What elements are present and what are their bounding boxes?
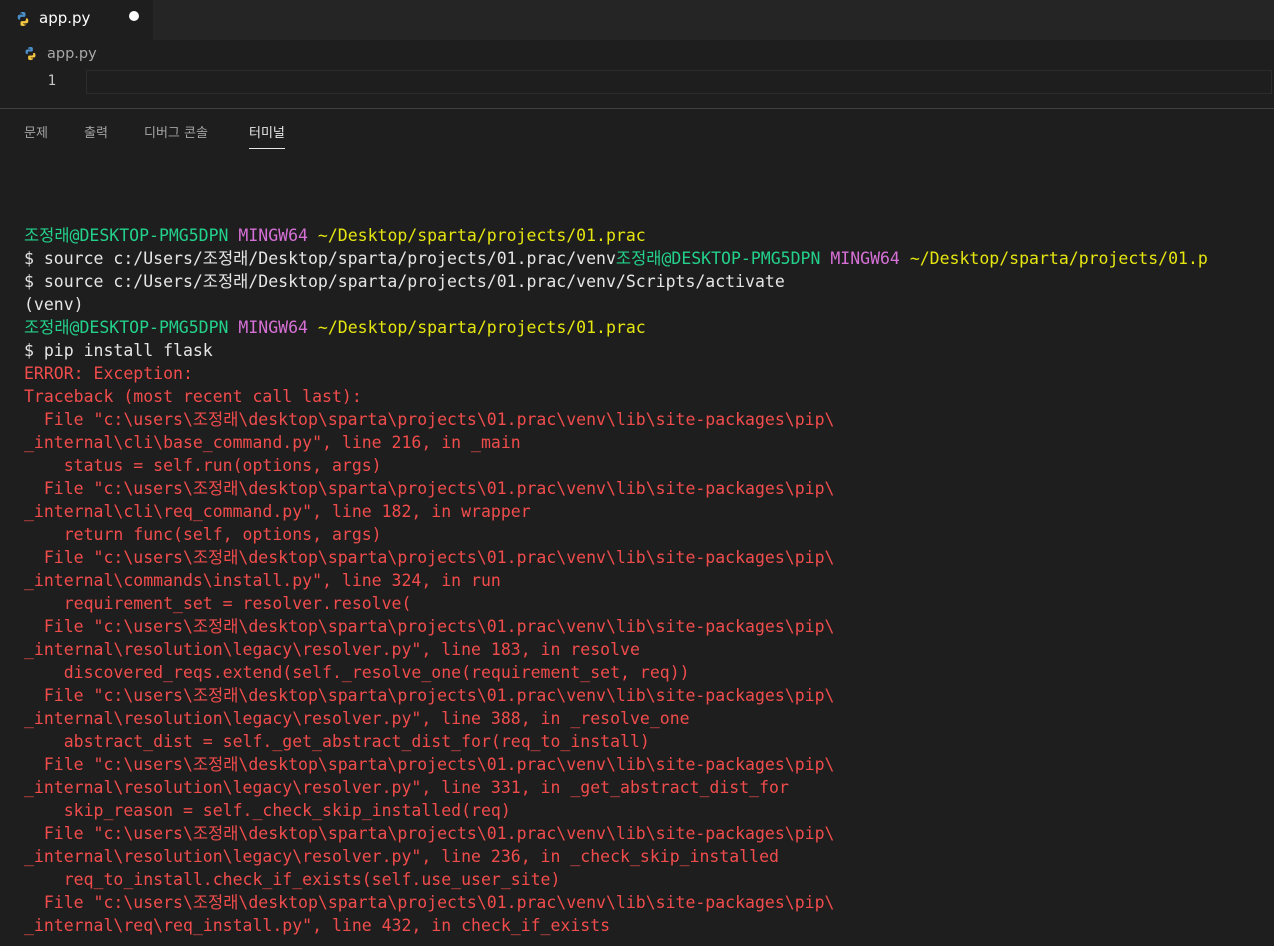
terminal-text: 조정래@DESKTOP-PMG5DPN bbox=[24, 226, 229, 245]
unsaved-dot-icon[interactable] bbox=[129, 11, 139, 21]
terminal-line: File "c:\users\조정래\desktop\sparta\projec… bbox=[24, 753, 1274, 776]
editor-tab-bar: app.py bbox=[0, 0, 1274, 40]
terminal-line: skip_reason = self._check_skip_installed… bbox=[24, 799, 1274, 822]
terminal-text: (venv) bbox=[24, 295, 84, 314]
terminal-text: _internal\cli\base_command.py", line 216… bbox=[24, 433, 521, 452]
terminal-text: $ source c:/Users/조정래/Desktop/sparta/pro… bbox=[24, 249, 616, 268]
terminal-text: skip_reason = self._check_skip_installed… bbox=[24, 801, 511, 820]
terminal-line: _internal\resolution\legacy\resolver.py"… bbox=[24, 776, 1274, 799]
python-icon bbox=[25, 46, 36, 61]
breadcrumb-file[interactable]: app.py bbox=[47, 46, 97, 62]
terminal-line: $ source c:/Users/조정래/Desktop/sparta/pro… bbox=[24, 270, 1274, 293]
terminal-text: File "c:\users\조정래\desktop\sparta\projec… bbox=[24, 617, 835, 636]
terminal-line: (venv) bbox=[24, 293, 1274, 316]
terminal-text: _internal\req\req_install.py", line 432,… bbox=[24, 916, 611, 935]
terminal-text: _internal\resolution\legacy\resolver.py"… bbox=[24, 640, 640, 659]
terminal-text: req_to_install.check_if_exists(self.use_… bbox=[24, 870, 561, 889]
terminal-text: status = self.run(options, args) bbox=[24, 456, 382, 475]
terminal-line: _internal\commands\install.py", line 324… bbox=[24, 569, 1274, 592]
line-number: 1 bbox=[47, 73, 56, 89]
terminal-line: File "c:\users\조정래\desktop\sparta\projec… bbox=[24, 408, 1274, 431]
terminal-text: _internal\resolution\legacy\resolver.py"… bbox=[24, 778, 789, 797]
terminal-line: _internal\resolution\legacy\resolver.py"… bbox=[24, 707, 1274, 730]
terminal-text: File "c:\users\조정래\desktop\sparta\projec… bbox=[24, 824, 835, 843]
terminal-line: $ source c:/Users/조정래/Desktop/sparta/pro… bbox=[24, 247, 1274, 270]
terminal-line: requirement_set = resolver.resolve( bbox=[24, 592, 1274, 615]
terminal-text: _internal\cli\req_command.py", line 182,… bbox=[24, 502, 531, 521]
terminal-line: return func(self, options, args) bbox=[24, 523, 1274, 546]
terminal-line: $ pip install flask bbox=[24, 339, 1274, 362]
terminal-text: _internal\resolution\legacy\resolver.py"… bbox=[24, 709, 690, 728]
terminal-text: ERROR: Exception: bbox=[24, 364, 193, 383]
terminal-text: _internal\resolution\legacy\resolver.py"… bbox=[24, 847, 779, 866]
terminal-line: File "c:\users\조정래\desktop\sparta\projec… bbox=[24, 477, 1274, 500]
terminal-line: _internal\cli\base_command.py", line 216… bbox=[24, 431, 1274, 454]
terminal-text: File "c:\users\조정래\desktop\sparta\projec… bbox=[24, 410, 835, 429]
terminal-line: 조정래@DESKTOP-PMG5DPN MINGW64 ~/Desktop/sp… bbox=[24, 224, 1274, 247]
terminal-line: ERROR: Exception: bbox=[24, 362, 1274, 385]
terminal-text: Traceback (most recent call last): bbox=[24, 387, 362, 406]
terminal-text: requirement_set = resolver.resolve( bbox=[24, 594, 412, 613]
terminal-text: File "c:\users\조정래\desktop\sparta\projec… bbox=[24, 548, 835, 567]
tab-problems[interactable]: 문제 bbox=[24, 122, 48, 141]
terminal-line: abstract_dist = self._get_abstract_dist_… bbox=[24, 730, 1274, 753]
python-icon bbox=[17, 12, 29, 26]
terminal-text: File "c:\users\조정래\desktop\sparta\projec… bbox=[24, 755, 835, 774]
terminal-line: File "c:\users\조정래\desktop\sparta\projec… bbox=[24, 546, 1274, 569]
terminal-text: File "c:\users\조정래\desktop\sparta\projec… bbox=[24, 686, 835, 705]
terminal-text: File "c:\users\조정래\desktop\sparta\projec… bbox=[24, 893, 835, 912]
tab-terminal[interactable]: 터미널 bbox=[249, 122, 285, 149]
terminal-line: File "c:\users\조정래\desktop\sparta\projec… bbox=[24, 684, 1274, 707]
terminal-text: return func(self, options, args) bbox=[24, 525, 382, 544]
terminal-line: status = self.run(options, args) bbox=[24, 454, 1274, 477]
terminal-line: _internal\resolution\legacy\resolver.py"… bbox=[24, 845, 1274, 868]
breadcrumb: app.py bbox=[0, 40, 1274, 68]
terminal-text: MINGW64 bbox=[830, 249, 900, 268]
terminal-text: MINGW64 bbox=[238, 226, 308, 245]
terminal-line: _internal\cli\req_command.py", line 182,… bbox=[24, 500, 1274, 523]
terminal-text: ~/Desktop/sparta/projects/01.p bbox=[909, 249, 1208, 268]
tab-output[interactable]: 출력 bbox=[84, 122, 108, 141]
terminal-line: File "c:\users\조정래\desktop\sparta\projec… bbox=[24, 891, 1274, 914]
terminal-line: _internal\resolution\legacy\resolver.py"… bbox=[24, 638, 1274, 661]
panel-tab-bar: 문제 출력 디버그 콘솔 터미널 bbox=[0, 109, 1274, 153]
terminal-line: Traceback (most recent call last): bbox=[24, 385, 1274, 408]
terminal-text: File "c:\users\조정래\desktop\sparta\projec… bbox=[24, 479, 835, 498]
terminal-output[interactable]: 조정래@DESKTOP-PMG5DPN MINGW64 ~/Desktop/sp… bbox=[24, 224, 1274, 946]
terminal-text: 조정래@DESKTOP-PMG5DPN bbox=[24, 318, 229, 337]
editor-tab-label: app.py bbox=[39, 9, 91, 27]
current-line-highlight[interactable] bbox=[86, 70, 1272, 94]
terminal-text: 조정래@DESKTOP-PMG5DPN bbox=[615, 249, 821, 268]
terminal-line: File "c:\users\조정래\desktop\sparta\projec… bbox=[24, 822, 1274, 845]
terminal-line: File "c:\users\조정래\desktop\sparta\projec… bbox=[24, 615, 1274, 638]
terminal-line: discovered_reqs.extend(self._resolve_one… bbox=[24, 661, 1274, 684]
terminal-line: req_to_install.check_if_exists(self.use_… bbox=[24, 868, 1274, 891]
terminal-text: $ pip install flask bbox=[24, 341, 213, 360]
terminal-line: _internal\req\req_install.py", line 432,… bbox=[24, 914, 1274, 937]
code-editor[interactable]: 1 bbox=[0, 68, 1274, 108]
terminal-text: abstract_dist = self._get_abstract_dist_… bbox=[24, 732, 650, 751]
terminal-text: discovered_reqs.extend(self._resolve_one… bbox=[24, 663, 690, 682]
tab-debug-console[interactable]: 디버그 콘솔 bbox=[144, 122, 208, 141]
terminal-text: $ source c:/Users/조정래/Desktop/sparta/pro… bbox=[24, 272, 785, 291]
terminal-text: _internal\commands\install.py", line 324… bbox=[24, 571, 501, 590]
terminal-text: MINGW64 bbox=[238, 318, 308, 337]
terminal-text: ~/Desktop/sparta/projects/01.prac bbox=[317, 318, 646, 337]
editor-tab-app-py[interactable]: app.py bbox=[0, 0, 153, 40]
terminal-text: ~/Desktop/sparta/projects/01.prac bbox=[317, 226, 646, 245]
terminal-line: 조정래@DESKTOP-PMG5DPN MINGW64 ~/Desktop/sp… bbox=[24, 316, 1274, 339]
